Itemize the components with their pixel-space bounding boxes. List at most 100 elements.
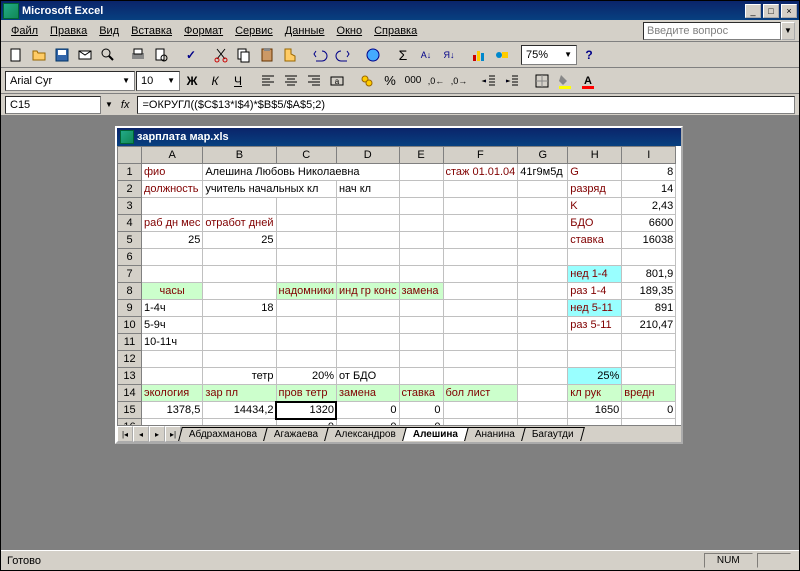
chart-button[interactable]	[468, 44, 490, 66]
sheet-tab[interactable]: Ананина	[465, 427, 527, 441]
paste-button[interactable]	[256, 44, 278, 66]
new-button[interactable]	[5, 44, 27, 66]
cell[interactable]: разряд	[568, 181, 622, 198]
ask-dropdown-button[interactable]: ▼	[781, 22, 795, 40]
cell[interactable]: 189,35	[622, 283, 676, 300]
cell[interactable]: бол лист	[443, 385, 518, 402]
row-header[interactable]: 15	[118, 402, 142, 419]
cell[interactable]: 8	[622, 164, 676, 181]
cell[interactable]: нед 5-11	[568, 300, 622, 317]
row-header[interactable]: 7	[118, 266, 142, 283]
col-header[interactable]: D	[336, 147, 399, 164]
row-header[interactable]: 6	[118, 249, 142, 266]
font-color-button[interactable]: A	[577, 70, 599, 92]
menu-data[interactable]: Данные	[279, 23, 331, 39]
cell[interactable]: инд гр конс	[336, 283, 399, 300]
grid[interactable]: A B C D E F G H I 1фиоАлешина Любовь Ник…	[117, 146, 681, 425]
cell[interactable]: 210,47	[622, 317, 676, 334]
font-size-combo[interactable]: 10▼	[136, 71, 180, 91]
hyperlink-button[interactable]	[362, 44, 384, 66]
cell[interactable]: 10-11ч	[142, 334, 203, 351]
menu-format[interactable]: Формат	[178, 23, 229, 39]
cell[interactable]: 18	[203, 300, 276, 317]
menu-insert[interactable]: Вставка	[125, 23, 178, 39]
sort-asc-button[interactable]: A↓	[415, 44, 437, 66]
borders-button[interactable]	[531, 70, 553, 92]
search-button[interactable]	[97, 44, 119, 66]
increase-indent-button[interactable]	[501, 70, 523, 92]
col-header[interactable]: C	[276, 147, 336, 164]
tab-nav-next[interactable]: ▸	[149, 426, 165, 442]
row-header[interactable]: 5	[118, 232, 142, 249]
sheet-tab[interactable]: Александров	[325, 427, 408, 441]
cell[interactable]: замена	[336, 385, 399, 402]
italic-button[interactable]: К	[204, 70, 226, 92]
cell[interactable]: Алешина Любовь Николаевна	[203, 164, 399, 181]
align-left-button[interactable]	[257, 70, 279, 92]
ask-question-input[interactable]: Введите вопрос	[643, 22, 781, 40]
cell[interactable]: раб дн мес	[142, 215, 203, 232]
drawing-button[interactable]	[491, 44, 513, 66]
cell[interactable]: пров тетр	[276, 385, 336, 402]
font-combo[interactable]: Arial Cyr▼	[5, 71, 135, 91]
cell[interactable]: раз 5-11	[568, 317, 622, 334]
cell[interactable]: 1-4ч	[142, 300, 203, 317]
sheet-tab[interactable]: Багаутди	[522, 427, 585, 441]
select-all-button[interactable]	[118, 147, 142, 164]
cell[interactable]: 25	[142, 232, 203, 249]
row-header[interactable]: 4	[118, 215, 142, 232]
row-header[interactable]: 13	[118, 368, 142, 385]
sort-desc-button[interactable]: Я↓	[438, 44, 460, 66]
sheet-tab-active[interactable]: Алешина	[402, 427, 469, 441]
fx-label[interactable]: fx	[117, 99, 134, 111]
col-header[interactable]: I	[622, 147, 676, 164]
cell[interactable]: 1650	[568, 402, 622, 419]
menu-file[interactable]: Файл	[5, 23, 44, 39]
row-header[interactable]: 9	[118, 300, 142, 317]
comma-button[interactable]: 000	[402, 70, 424, 92]
percent-button[interactable]: %	[379, 70, 401, 92]
mail-button[interactable]	[74, 44, 96, 66]
row-header[interactable]: 1	[118, 164, 142, 181]
row-header[interactable]: 3	[118, 198, 142, 215]
col-header[interactable]: E	[399, 147, 443, 164]
currency-button[interactable]	[356, 70, 378, 92]
align-center-button[interactable]	[280, 70, 302, 92]
undo-button[interactable]	[309, 44, 331, 66]
cell[interactable]: экология	[142, 385, 203, 402]
cell[interactable]: ставка	[399, 385, 443, 402]
cell[interactable]: надомники	[276, 283, 336, 300]
cell[interactable]: 801,9	[622, 266, 676, 283]
cell[interactable]: K	[568, 198, 622, 215]
cell[interactable]: 0	[399, 419, 443, 426]
cell[interactable]: вредн	[622, 385, 676, 402]
underline-button[interactable]: Ч	[227, 70, 249, 92]
cell[interactable]: 20%	[276, 368, 336, 385]
menu-view[interactable]: Вид	[93, 23, 125, 39]
menu-tools[interactable]: Сервис	[229, 23, 279, 39]
sheet-tab[interactable]: Агажаева	[263, 427, 329, 441]
cell[interactable]: 6600	[622, 215, 676, 232]
cell[interactable]: G	[568, 164, 622, 181]
selected-cell[interactable]: 1320	[276, 402, 336, 419]
menu-window[interactable]: Окно	[331, 23, 369, 39]
cell[interactable]: 2,43	[622, 198, 676, 215]
row-header[interactable]: 11	[118, 334, 142, 351]
row-header[interactable]: 14	[118, 385, 142, 402]
cell[interactable]: 891	[622, 300, 676, 317]
row-header[interactable]: 12	[118, 351, 142, 368]
redo-button[interactable]	[332, 44, 354, 66]
col-header[interactable]: A	[142, 147, 203, 164]
document-title-bar[interactable]: зарплата мар.xls	[117, 128, 681, 146]
cell[interactable]: отработ дней	[203, 215, 276, 232]
tab-nav-first[interactable]: |◂	[117, 426, 133, 442]
cell[interactable]: замена	[399, 283, 443, 300]
row-header[interactable]: 8	[118, 283, 142, 300]
cell[interactable]: 0	[399, 402, 443, 419]
col-header[interactable]: B	[203, 147, 276, 164]
cell[interactable]: 0	[336, 419, 399, 426]
cell[interactable]: фио	[142, 164, 203, 181]
cell[interactable]: часы	[142, 283, 203, 300]
cell[interactable]: 16038	[622, 232, 676, 249]
col-header[interactable]: F	[443, 147, 518, 164]
